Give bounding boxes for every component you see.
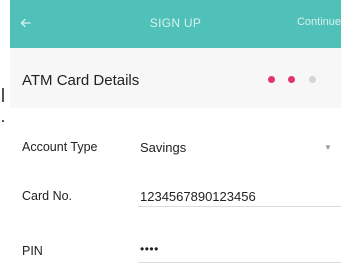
account-type-select[interactable]: Savings	[140, 140, 186, 155]
step-dot	[268, 76, 275, 83]
card-number-input[interactable]: 1234567890123456	[140, 189, 256, 204]
background-text-fragment	[2, 88, 4, 102]
section-header: ATM Card Details	[10, 48, 341, 108]
card-number-field[interactable]: Card No. 1234567890123456	[10, 170, 341, 222]
step-dot	[309, 76, 316, 83]
account-type-label: Account Type	[22, 140, 98, 154]
page-title: SIGN UP	[149, 16, 202, 30]
card-number-label: Card No.	[22, 189, 73, 203]
continue-button[interactable]: Continue	[297, 16, 341, 28]
field-underline	[138, 262, 341, 263]
background-text-fragment	[2, 120, 4, 122]
pin-field[interactable]: PIN ••••	[10, 222, 341, 268]
step-dot	[288, 76, 295, 83]
navigation-bar: SIGN UP Continue	[10, 0, 341, 48]
pin-label: PIN	[22, 244, 43, 258]
background-window-edge	[0, 0, 10, 268]
pin-input[interactable]: ••••	[140, 242, 159, 256]
account-type-field[interactable]: Account Type Savings ▼	[10, 118, 341, 170]
signup-screen: SIGN UP Continue ATM Card Details Accoun…	[10, 0, 341, 268]
page: SIGN UP Continue ATM Card Details Accoun…	[0, 0, 341, 268]
caret-down-icon[interactable]: ▼	[324, 143, 332, 152]
field-underline	[138, 206, 341, 207]
section-title: ATM Card Details	[22, 72, 140, 89]
